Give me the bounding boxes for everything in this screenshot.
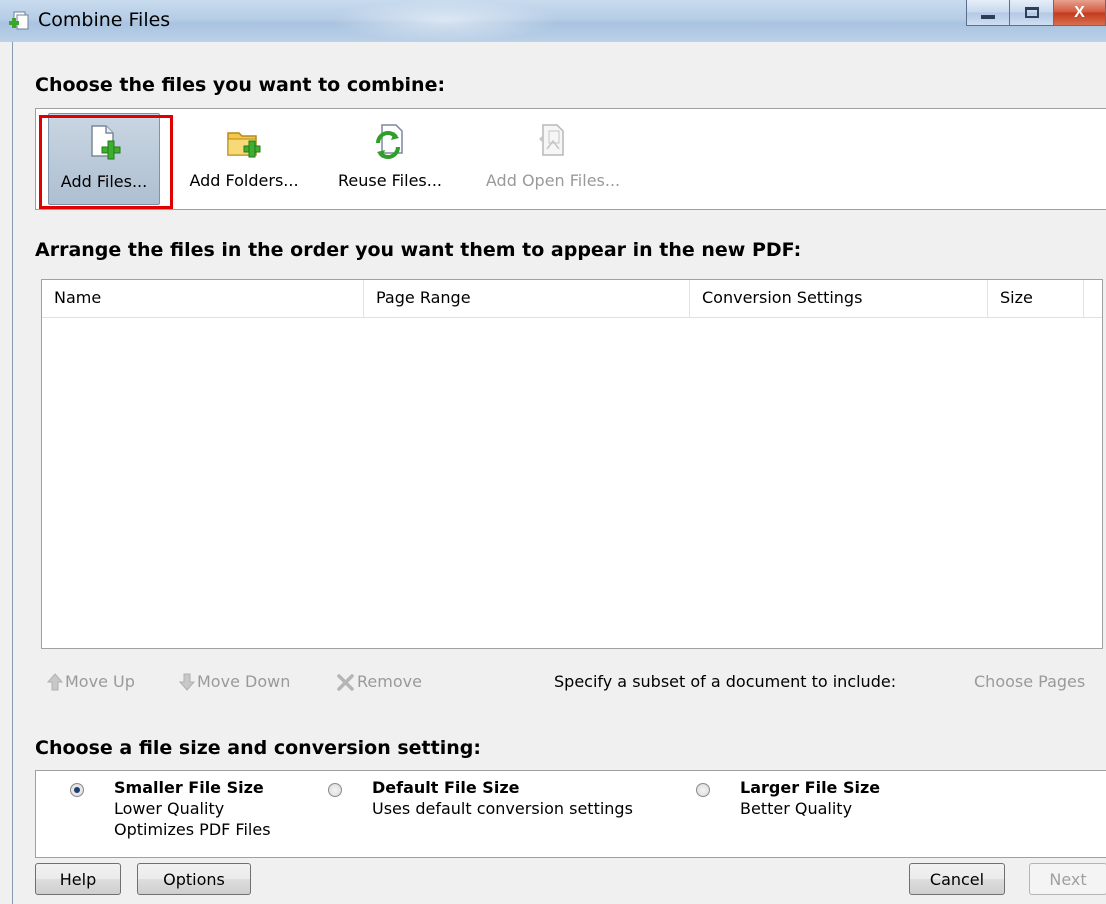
smaller-file-size-radio[interactable] — [70, 783, 84, 797]
file-size-heading: Choose a file size and conversion settin… — [35, 737, 481, 759]
cancel-button[interactable]: Cancel — [909, 863, 1005, 895]
choose-files-heading: Choose the files you want to combine: — [35, 74, 446, 96]
add-open-files-label: Add Open Files... — [485, 171, 621, 190]
column-header-page-range[interactable]: Page Range — [364, 280, 690, 318]
file-list-header: Name Page Range Conversion Settings Size — [42, 280, 1102, 318]
add-open-files-icon — [539, 124, 564, 156]
move-down-button[interactable]: Move Down — [179, 672, 290, 691]
move-up-button[interactable]: Move Up — [47, 672, 135, 691]
file-size-options: Smaller File Size Lower Quality Optimize… — [35, 770, 1106, 858]
arrow-down-icon — [179, 673, 195, 691]
help-button[interactable]: Help — [35, 863, 121, 895]
larger-file-size-option[interactable]: Larger File Size Better Quality — [740, 777, 880, 819]
add-files-toolbar: Add Files... Add Folders... Reuse Files.… — [35, 108, 1106, 210]
remove-button[interactable]: Remove — [337, 672, 422, 691]
smaller-file-size-line-2: Optimizes PDF Files — [114, 820, 271, 839]
remove-x-icon — [337, 673, 354, 691]
add-files-button[interactable]: Add Files... — [48, 113, 160, 205]
options-button[interactable]: Options — [137, 863, 251, 895]
arrange-files-heading: Arrange the files in the order you want … — [35, 239, 802, 261]
next-button[interactable]: Next — [1029, 863, 1106, 895]
list-actions-bar: Move Up Move Down Remove Specify a subse… — [47, 668, 1106, 696]
minimize-icon — [981, 14, 995, 19]
add-folder-icon — [227, 132, 261, 158]
window-controls: X — [966, 0, 1106, 26]
file-list[interactable]: Name Page Range Conversion Settings Size — [41, 279, 1103, 649]
maximize-icon — [1024, 7, 1039, 18]
default-file-size-line-1: Uses default conversion settings — [372, 799, 633, 818]
window-title: Combine Files — [38, 9, 171, 31]
default-file-size-option[interactable]: Default File Size Uses default conversio… — [372, 777, 633, 819]
close-button[interactable]: X — [1054, 0, 1106, 26]
choose-pages-button[interactable]: Choose Pages — [974, 672, 1085, 691]
add-open-files-button[interactable]: Add Open Files... — [476, 113, 630, 205]
close-icon: X — [1074, 3, 1085, 21]
dialog-body: Choose the files you want to combine: Ad… — [12, 42, 1106, 904]
title-bar: Combine Files X — [0, 0, 1106, 42]
remove-label: Remove — [357, 672, 422, 691]
maximize-button[interactable] — [1010, 0, 1054, 26]
larger-file-size-radio[interactable] — [696, 783, 710, 797]
smaller-file-size-line-1: Lower Quality — [114, 799, 225, 818]
smaller-file-size-title: Smaller File Size — [114, 778, 264, 797]
add-file-icon — [91, 125, 121, 160]
larger-file-size-title: Larger File Size — [740, 778, 881, 797]
reuse-files-icon — [376, 124, 403, 159]
combine-files-app-icon — [9, 11, 29, 30]
add-folders-label: Add Folders... — [189, 171, 299, 190]
title-bar-glare — [330, 0, 560, 42]
column-header-size[interactable]: Size — [988, 280, 1084, 318]
add-files-label: Add Files... — [60, 172, 148, 191]
move-up-label: Move Up — [65, 672, 135, 691]
reuse-files-button[interactable]: Reuse Files... — [330, 113, 450, 205]
move-down-label: Move Down — [197, 672, 291, 691]
subset-label: Specify a subset of a document to includ… — [554, 672, 897, 691]
arrow-up-icon — [47, 672, 63, 690]
add-folders-button[interactable]: Add Folders... — [184, 113, 304, 205]
smaller-file-size-option[interactable]: Smaller File Size Lower Quality Optimize… — [114, 777, 271, 840]
column-header-name[interactable]: Name — [42, 280, 364, 318]
minimize-button[interactable] — [966, 0, 1010, 26]
default-file-size-radio[interactable] — [328, 783, 342, 797]
larger-file-size-line-1: Better Quality — [740, 799, 853, 818]
reuse-files-label: Reuse Files... — [337, 171, 442, 190]
default-file-size-title: Default File Size — [372, 778, 520, 797]
column-header-conversion-settings[interactable]: Conversion Settings — [690, 280, 988, 318]
